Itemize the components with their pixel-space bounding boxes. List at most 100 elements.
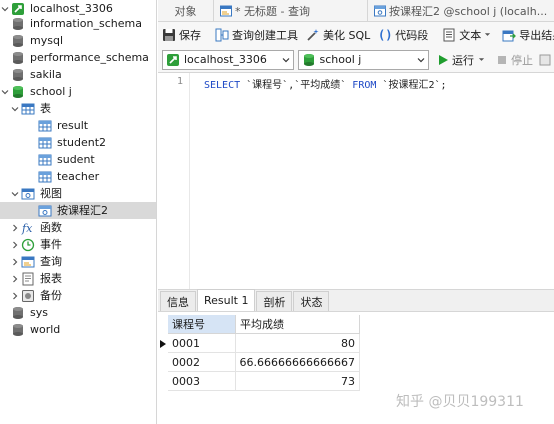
chevron-down-icon[interactable] [0,83,10,100]
tree-node-database[interactable]: mysql [0,32,156,49]
line-number: 1 [176,76,183,87]
tree-node-label: 事件 [40,238,62,251]
braces-icon: () [378,28,392,42]
cell-average-score[interactable]: 80 [236,334,360,353]
table-row[interactable]: 0002 66.66666666666667 [158,353,360,372]
tree-node-table[interactable]: result [0,117,156,134]
cell-average-score[interactable]: 73 [236,372,360,391]
tab-view-editor[interactable]: 按课程汇2 @school j (localh... [368,0,554,22]
function-icon: fx [20,220,35,235]
table-row[interactable]: 0003 73 [158,372,360,391]
stop-button[interactable]: 停止 [496,52,533,68]
tree-node-label: world [30,323,61,336]
export-results-button[interactable]: 导出结果 [502,27,554,43]
watermark: 知乎 @贝贝199311 [396,394,524,410]
dropdown-arrow-icon [485,33,491,36]
database-select[interactable]: school j [297,49,429,70]
tree-node-views[interactable]: 视图 [0,185,156,202]
database-icon [10,16,25,31]
cell-course-id[interactable]: 0003 [168,372,236,391]
query-builder-button[interactable]: 查询创建工具 [215,27,298,43]
explain-icon [539,54,551,65]
play-icon [439,54,448,65]
table-icon [37,118,52,133]
sql-table: `按课程汇2`; [382,80,447,91]
tree-node-database[interactable]: information_schema [0,15,156,32]
tab-status[interactable]: 状态 [293,291,330,311]
snippet-label: 代码段 [395,28,429,42]
tree-node-table[interactable]: student2 [0,134,156,151]
tree-node-label: teacher [57,170,100,183]
line-number-gutter: 1 [158,73,190,289]
tab-objects[interactable]: 对象 [158,0,214,22]
grid-header: 课程号 平均成绩 [158,315,360,334]
tab-profile[interactable]: 剖析 [256,291,293,311]
connection-icon [167,53,179,66]
tree-node-database[interactable]: sys [0,304,156,321]
tab-info[interactable]: 信息 [160,291,196,311]
chevron-right-icon[interactable] [10,287,20,304]
tree-node-label: 函数 [40,221,62,234]
explain-button[interactable] [539,54,554,66]
tree-node-label: student2 [57,136,107,149]
tab-label: 剖析 [263,295,286,309]
tab-label: Result 1 [204,294,249,307]
column-header-label: 平均成绩 [240,318,284,331]
column-header-course-id[interactable]: 课程号 [168,315,236,334]
database-icon [10,50,25,65]
tab-result-1[interactable]: Result 1 [197,289,256,311]
tree-node-table[interactable]: teacher [0,168,156,185]
stop-label: 停止 [511,53,533,67]
chevron-down-icon [417,57,425,62]
run-button[interactable]: 运行 [437,52,488,68]
current-row-marker-icon [158,334,168,353]
sql-editor[interactable]: 1 SELECT `课程号`,`平均成绩` FROM `按课程汇2`; [158,73,554,289]
table-row[interactable]: 0001 80 [158,334,360,353]
report-icon [20,271,35,286]
chevron-right-icon[interactable] [10,253,20,270]
save-button[interactable]: 保存 [162,27,201,43]
database-value: school j [319,53,362,66]
chevron-right-icon[interactable] [10,270,20,287]
beautify-sql-button[interactable]: 美化 SQL [306,27,370,43]
sql-code-line[interactable]: SELECT `课程号`,`平均成绩` FROM `按课程汇2`; [204,76,447,91]
backup-icon [20,288,35,303]
result-tabs: 信息 Result 1 剖析 状态 [158,289,554,312]
chevron-down-icon [282,57,289,62]
chevron-right-icon[interactable] [10,219,20,236]
column-header-average-score[interactable]: 平均成绩 [236,315,360,334]
save-label: 保存 [179,28,201,42]
chevron-right-icon[interactable] [10,236,20,253]
tab-label: * 无标题 - 查询 [235,4,310,18]
export-icon [502,30,517,41]
cell-average-score[interactable]: 66.66666666666667 [236,353,360,372]
code-snippet-button[interactable]: () 代码段 [378,27,428,43]
tree-node-database[interactable]: sakila [0,66,156,83]
connection-select[interactable]: localhost_3306 [162,49,294,70]
cell-course-id[interactable]: 0001 [168,334,236,353]
tree-node-database[interactable]: performance_schema [0,49,156,66]
tree-node-label: sakila [30,68,62,81]
text-mode-button[interactable]: 文本 [442,27,494,43]
tree-node-table[interactable]: sudent [0,151,156,168]
tables-icon [20,101,35,116]
chevron-down-icon[interactable] [10,100,20,117]
tree-node-database-open[interactable]: school j [0,83,156,100]
chevron-down-icon[interactable] [10,185,20,202]
editor-toolbar: 保存 查询创建工具 美化 SQL () 代码段 文本 导出结果 [158,22,554,47]
tree-node-backups[interactable]: 备份 [0,287,156,304]
cell-course-id[interactable]: 0002 [168,353,236,372]
tree-node-view-selected[interactable]: 按课程汇2 [0,202,156,219]
stop-icon [498,55,506,64]
tree-node-reports[interactable]: 报表 [0,270,156,287]
tree-node-functions[interactable]: fx 函数 [0,219,156,236]
tree-node-queries[interactable]: 查询 [0,253,156,270]
tree-node-tables[interactable]: 表 [0,100,156,117]
tree-node-database[interactable]: world [0,321,156,338]
query-icon [20,254,35,269]
tree-node-label: 视图 [40,187,62,200]
tree-node-events[interactable]: 事件 [0,236,156,253]
text-doc-icon [443,28,455,41]
sql-columns: `课程号`,`平均成绩` [246,80,347,91]
tab-untitled-query[interactable]: * 无标题 - 查询 [214,0,368,22]
